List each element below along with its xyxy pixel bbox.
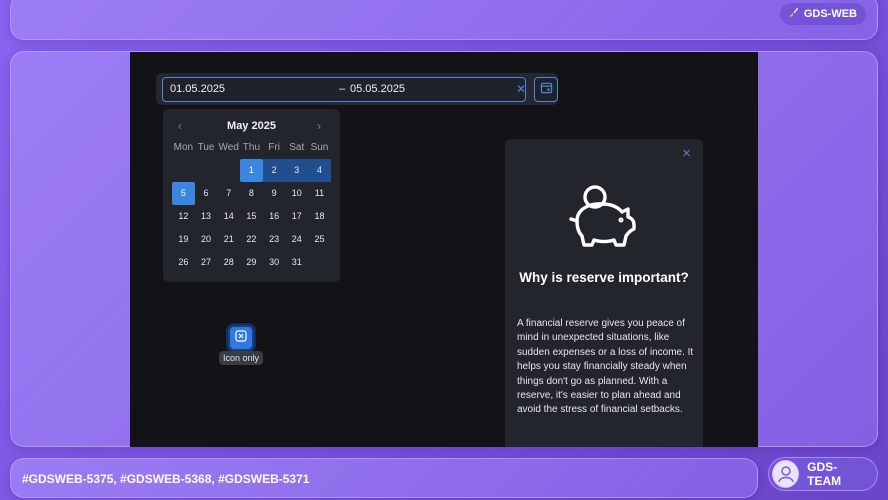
component-stage: 01.05.2025 – 05.05.2025 ✕ ‹ May 2025 › M… [130,52,758,447]
calendar-day[interactable]: 29 [240,250,263,273]
ticket-list: #GDSWEB-5375, #GDSWEB-5368, #GDSWEB-5371 [22,472,310,486]
calendar-day[interactable]: 14 [217,205,240,228]
calendar-day[interactable]: 1 [240,159,263,182]
calendar-day[interactable]: 2 [262,159,286,182]
calendar-blank [172,159,195,182]
card-title: Why is reserve important? [519,270,689,285]
calendar-day[interactable]: 17 [285,205,308,228]
weekday-header: Mon Tue Wed Thu Fri Sat Sun [172,142,331,156]
calendar-day[interactable]: 25 [308,227,331,250]
calendar-day[interactable]: 5 [172,181,195,205]
calendar-blank [195,159,218,182]
calendar-day[interactable]: 4 [308,159,331,182]
calendar-day[interactable]: 24 [285,227,308,250]
end-date[interactable]: 05.05.2025 [350,83,405,95]
weekday-label: Sat [289,142,305,153]
calendar-day[interactable]: 13 [195,205,218,228]
calendar-day[interactable]: 31 [285,250,308,273]
calendar-day[interactable]: 3 [285,159,309,182]
reserve-info-card: ✕ Why is reserve important? A financial … [505,139,703,447]
weekday-label: Tue [197,142,215,153]
weekday-label: Thu [242,142,261,153]
calendar-day[interactable]: 30 [263,250,286,273]
calendar-day[interactable]: 23 [263,227,286,250]
chevron-right-icon[interactable]: › [317,119,321,133]
gds-web-label: GDS-WEB [803,8,857,20]
calendar-day[interactable]: 7 [217,182,240,205]
icon-only-tooltip: Icon only [219,351,264,365]
calendar-day[interactable]: 26 [172,250,195,273]
close-icon[interactable]: ✕ [682,147,691,160]
weekday-label: Mon [173,142,194,153]
calendar-days: 1 2 3 4 5 6 7 8 9 10 11 12 13 14 15 16 17 18 19 20 21 22 23 24 2… [172,159,331,273]
calendar-blank [217,159,240,182]
calendar-day[interactable]: 21 [217,227,240,250]
user-icon [772,460,800,488]
top-bar: GDS-WEB [10,0,878,40]
calendar-day[interactable]: 8 [240,182,263,205]
gds-web-badge: GDS-WEB [779,3,866,25]
calendar-popup: ‹ May 2025 › Mon Tue Wed Thu Fri Sat Sun 12345… [163,109,340,282]
calendar-day[interactable]: 9 [263,182,286,205]
date-range-field: 01.05.2025 – 05.05.2025 ✕ [156,73,558,105]
paint-brush-icon [788,7,799,21]
piggy-bank-icon [567,183,639,260]
date-range-input[interactable]: 01.05.2025 – 05.05.2025 ✕ [162,77,526,102]
close-box-icon [235,329,247,347]
calendar-day[interactable]: 27 [195,250,218,273]
calendar-day[interactable]: 28 [217,250,240,273]
range-separator: – [339,83,346,95]
calendar-day[interactable]: 10 [285,182,308,205]
calendar-toggle-button[interactable] [534,77,558,102]
calendar-icon [540,81,553,99]
calendar-day[interactable]: 19 [172,227,195,250]
calendar-month-label: May 2025 [227,120,276,132]
start-date[interactable]: 01.05.2025 [170,83,225,95]
weekday-label: Fri [268,142,280,153]
calendar-day[interactable]: 16 [263,205,286,228]
calendar-day[interactable]: 6 [195,182,218,205]
weekday-label: Wed [218,142,239,153]
calendar-day[interactable]: 22 [240,227,263,250]
calendar-day[interactable]: 11 [308,182,331,205]
gds-team-badge[interactable]: GDS-TEAM [768,457,878,491]
weekday-label: Sun [310,142,329,153]
calendar-day[interactable]: 18 [308,205,331,228]
gds-team-label: GDS-TEAM [807,460,842,488]
close-icon[interactable]: ✕ [516,82,526,96]
card-body: A financial reserve gives you peace of m… [517,318,694,416]
icon-only-button[interactable] [228,325,254,351]
calendar-day[interactable]: 20 [195,227,218,250]
calendar-day[interactable]: 12 [172,205,195,228]
calendar-day[interactable]: 15 [240,205,263,228]
